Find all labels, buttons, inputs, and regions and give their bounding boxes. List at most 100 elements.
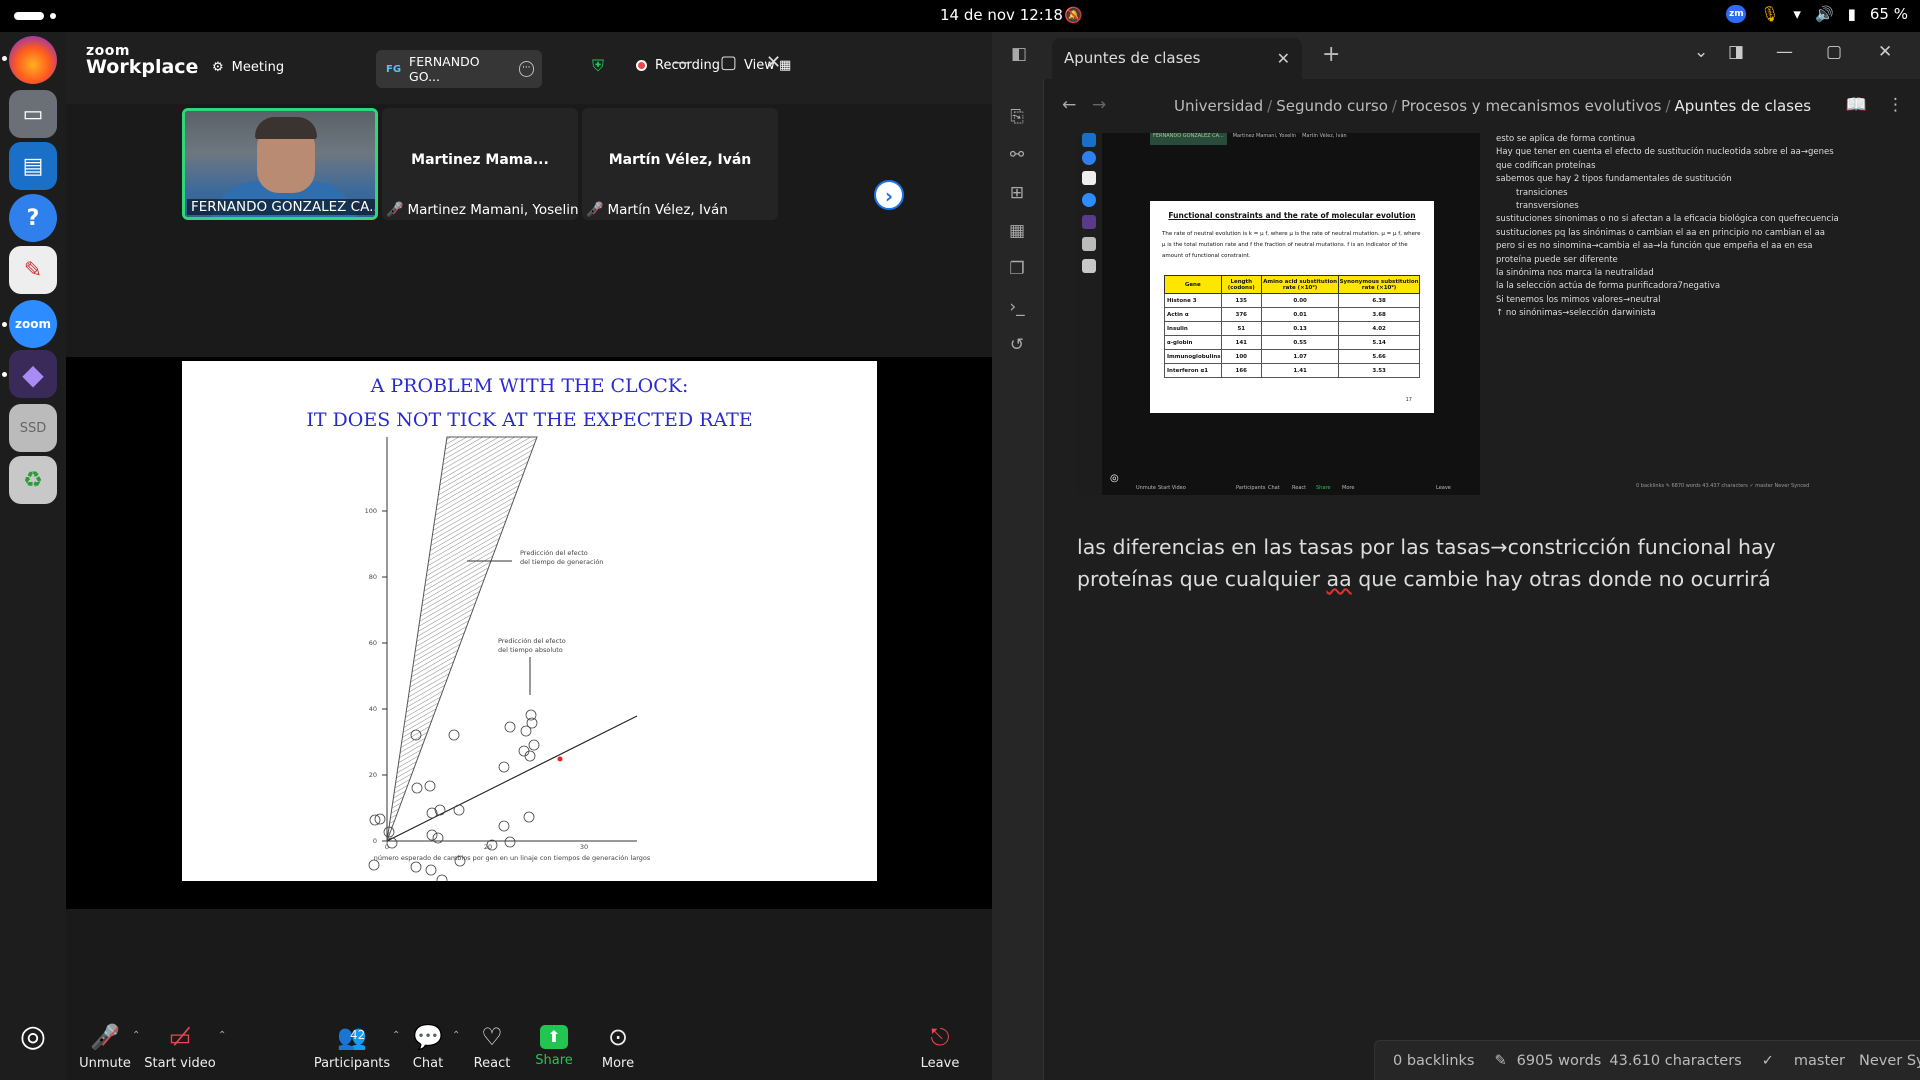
- zoom-tray-icon[interactable]: zm: [1726, 5, 1747, 23]
- sync-status[interactable]: Never Synced: [1859, 1053, 1920, 1069]
- sync-history-icon[interactable]: ↺: [1006, 335, 1028, 357]
- maximize-button[interactable]: ▢: [1826, 42, 1842, 62]
- zoom-icon[interactable]: zoom: [9, 300, 57, 348]
- running-indicator: [2, 372, 7, 377]
- sync-check-icon: ✓: [1761, 1052, 1774, 1069]
- video-off-icon: ▭̸: [168, 1023, 192, 1051]
- note-paragraph[interactable]: las diferencias en las tasas por las tas…: [1077, 531, 1877, 595]
- table-cell: 166: [1220, 363, 1263, 378]
- breadcrumb-current[interactable]: Apuntes de clases: [1675, 97, 1811, 115]
- maximize-button[interactable]: ▢: [720, 52, 737, 73]
- breadcrumb-item[interactable]: Segundo curso: [1276, 97, 1388, 115]
- breadcrumb-item[interactable]: Universidad: [1174, 97, 1263, 115]
- start-video-label: Start video: [144, 1056, 216, 1071]
- participants-button[interactable]: 👥 42 Participants ⌃: [310, 1022, 401, 1071]
- security-shield-icon[interactable]: ⛨: [592, 56, 604, 76]
- activities-indicator[interactable]: [14, 12, 44, 20]
- tab-list-chevron-icon[interactable]: ⌄: [1694, 42, 1708, 62]
- heart-icon: ♡: [481, 1023, 503, 1051]
- chevron-up-icon[interactable]: ⌃: [392, 1030, 400, 1041]
- pencil-icon[interactable]: ✎: [1495, 1053, 1507, 1069]
- next-participants-button[interactable]: ›: [874, 180, 904, 210]
- ssd-drive-icon[interactable]: SSD: [9, 404, 57, 452]
- note-line: sustituciones sinonimas o no si afectan …: [1496, 214, 1839, 225]
- share-button[interactable]: ⬆ Share: [532, 1022, 576, 1068]
- substitution-rate-table: Gene Length (codons) Amino acid substituti…: [1164, 275, 1420, 378]
- command-palette-icon[interactable]: ›_: [1006, 297, 1028, 319]
- quick-switcher-icon[interactable]: ⎘: [1006, 107, 1028, 129]
- ubuntu-apps-icon[interactable]: ◎: [9, 1012, 57, 1060]
- y-tick-label: 20: [369, 771, 377, 779]
- participant-tile-martin[interactable]: Martín Vélez, Iván 🎤̸ Martín Vélez, Iván: [582, 108, 778, 220]
- breadcrumb-item[interactable]: Procesos y mecanismos evolutivos: [1401, 97, 1662, 115]
- leave-icon: ⎋: [930, 1023, 950, 1051]
- help-icon[interactable]: ?: [9, 194, 57, 242]
- canvas-icon[interactable]: ⊞: [1006, 183, 1028, 205]
- files-icon[interactable]: ▭: [9, 90, 57, 138]
- leave-button[interactable]: ⎋ Leave: [918, 1022, 962, 1071]
- table-cell: 6.38: [1338, 293, 1420, 308]
- start-video-button[interactable]: ▭̸ Start video ⌃: [138, 1022, 226, 1071]
- obsidian-window: ◧ Apuntes de clases ✕ + ⌄ ◨ — ▢ ✕ ⎘ ⚯ ⊞ …: [992, 32, 1920, 1080]
- writer-icon[interactable]: ▤: [9, 142, 57, 190]
- x-tick-label: 30: [580, 843, 588, 851]
- shared-slide: A PROBLEM WITH THE CLOCK: IT DOES NOT TI…: [182, 361, 877, 881]
- firefox-icon[interactable]: [9, 36, 57, 84]
- participants-count: 42: [350, 1028, 366, 1042]
- minimize-button[interactable]: —: [1776, 42, 1793, 62]
- paragraph-text: que cambie hay otras donde no ocurrirá: [1351, 567, 1771, 591]
- backlinks-count[interactable]: 0 backlinks: [1393, 1053, 1475, 1069]
- absolute-annotation: Predicción del efecto del tiempo absoluto: [498, 637, 566, 654]
- meeting-info-button[interactable]: ⚙ Meeting: [212, 60, 284, 75]
- templates-icon[interactable]: ❐: [1006, 259, 1028, 281]
- mini-toolbar-item: Start Video: [1158, 485, 1186, 491]
- note-line: ↑ no sinónimas→selección darwinista: [1496, 308, 1656, 319]
- more-button[interactable]: ⊙ More: [596, 1022, 640, 1071]
- wifi-icon: ▾: [1793, 5, 1801, 23]
- right-sidebar-icon[interactable]: ◨: [1728, 42, 1744, 62]
- tab-apuntes[interactable]: Apuntes de clases ✕: [1052, 38, 1302, 79]
- clock[interactable]: 14 de nov 12:18: [940, 6, 1063, 24]
- participant-tile-martinez[interactable]: Martinez Mama... 🎤̸ Martinez Mamani, Yos…: [382, 108, 578, 220]
- forward-arrow-icon[interactable]: →: [1092, 95, 1106, 115]
- unmute-button[interactable]: 🎤̸ Unmute ⌃: [74, 1022, 140, 1071]
- close-button[interactable]: ✕: [1878, 42, 1892, 62]
- mini-toolbar-item: More: [1342, 485, 1355, 491]
- git-branch[interactable]: master: [1794, 1053, 1845, 1069]
- battery-icon: ▮: [1847, 5, 1856, 23]
- obsidian-icon[interactable]: ◆: [9, 350, 57, 398]
- participant-tile-fernando[interactable]: FERNANDO GONZALEZ CA...: [182, 108, 378, 220]
- table-header-cell: Length (codons): [1220, 275, 1263, 294]
- table-cell: 0.55: [1261, 335, 1340, 350]
- trash-icon[interactable]: ♻: [9, 456, 57, 504]
- more-options-icon[interactable]: ⋮: [1887, 95, 1904, 115]
- misspelled-word[interactable]: aa: [1327, 567, 1352, 591]
- chat-button[interactable]: 💬 Chat ⌃: [406, 1022, 461, 1071]
- close-tab-icon[interactable]: ✕: [1277, 49, 1290, 68]
- data-point: [448, 729, 460, 741]
- chevron-up-icon[interactable]: ⌃: [452, 1030, 460, 1041]
- chat-icon: 💬: [413, 1023, 443, 1051]
- data-point: [523, 811, 535, 823]
- table-cell: 1.07: [1261, 349, 1340, 364]
- table-cell: 0.01: [1261, 307, 1340, 322]
- text-editor-icon[interactable]: ✎: [9, 246, 57, 294]
- mini-help-icon: [1082, 151, 1096, 165]
- daily-note-calendar-icon[interactable]: ▦: [1006, 221, 1028, 243]
- minimize-button[interactable]: —: [672, 52, 690, 73]
- react-button[interactable]: ♡ React: [470, 1022, 514, 1071]
- system-tray[interactable]: zm 🎙 ▾ 🔊 ▮ 65 %: [1726, 5, 1908, 23]
- graph-view-icon[interactable]: ⚯: [1006, 145, 1028, 167]
- sidebar-toggle-icon[interactable]: ◧: [1008, 44, 1030, 66]
- chevron-up-icon[interactable]: ⌃: [218, 1030, 226, 1041]
- new-tab-button[interactable]: +: [1322, 42, 1340, 67]
- zoom-window: zoom Workplace ⚙ Meeting FG FERNANDO GO.…: [66, 32, 992, 1080]
- back-arrow-icon[interactable]: ←: [1062, 95, 1076, 115]
- active-speaker-pill[interactable]: FG FERNANDO GO... ···: [376, 50, 542, 88]
- screen-share-area: A PROBLEM WITH THE CLOCK: IT DOES NOT TI…: [66, 357, 992, 909]
- mini-participant-strip: FERNANDO GONZALEZ CA... Martinez Mamani,…: [1150, 133, 1390, 145]
- mic-muted-icon: 🎤̸: [586, 202, 604, 218]
- more-options-icon[interactable]: ···: [518, 61, 534, 77]
- reading-view-icon[interactable]: 📖: [1846, 95, 1867, 115]
- close-button[interactable]: ✕: [766, 52, 781, 73]
